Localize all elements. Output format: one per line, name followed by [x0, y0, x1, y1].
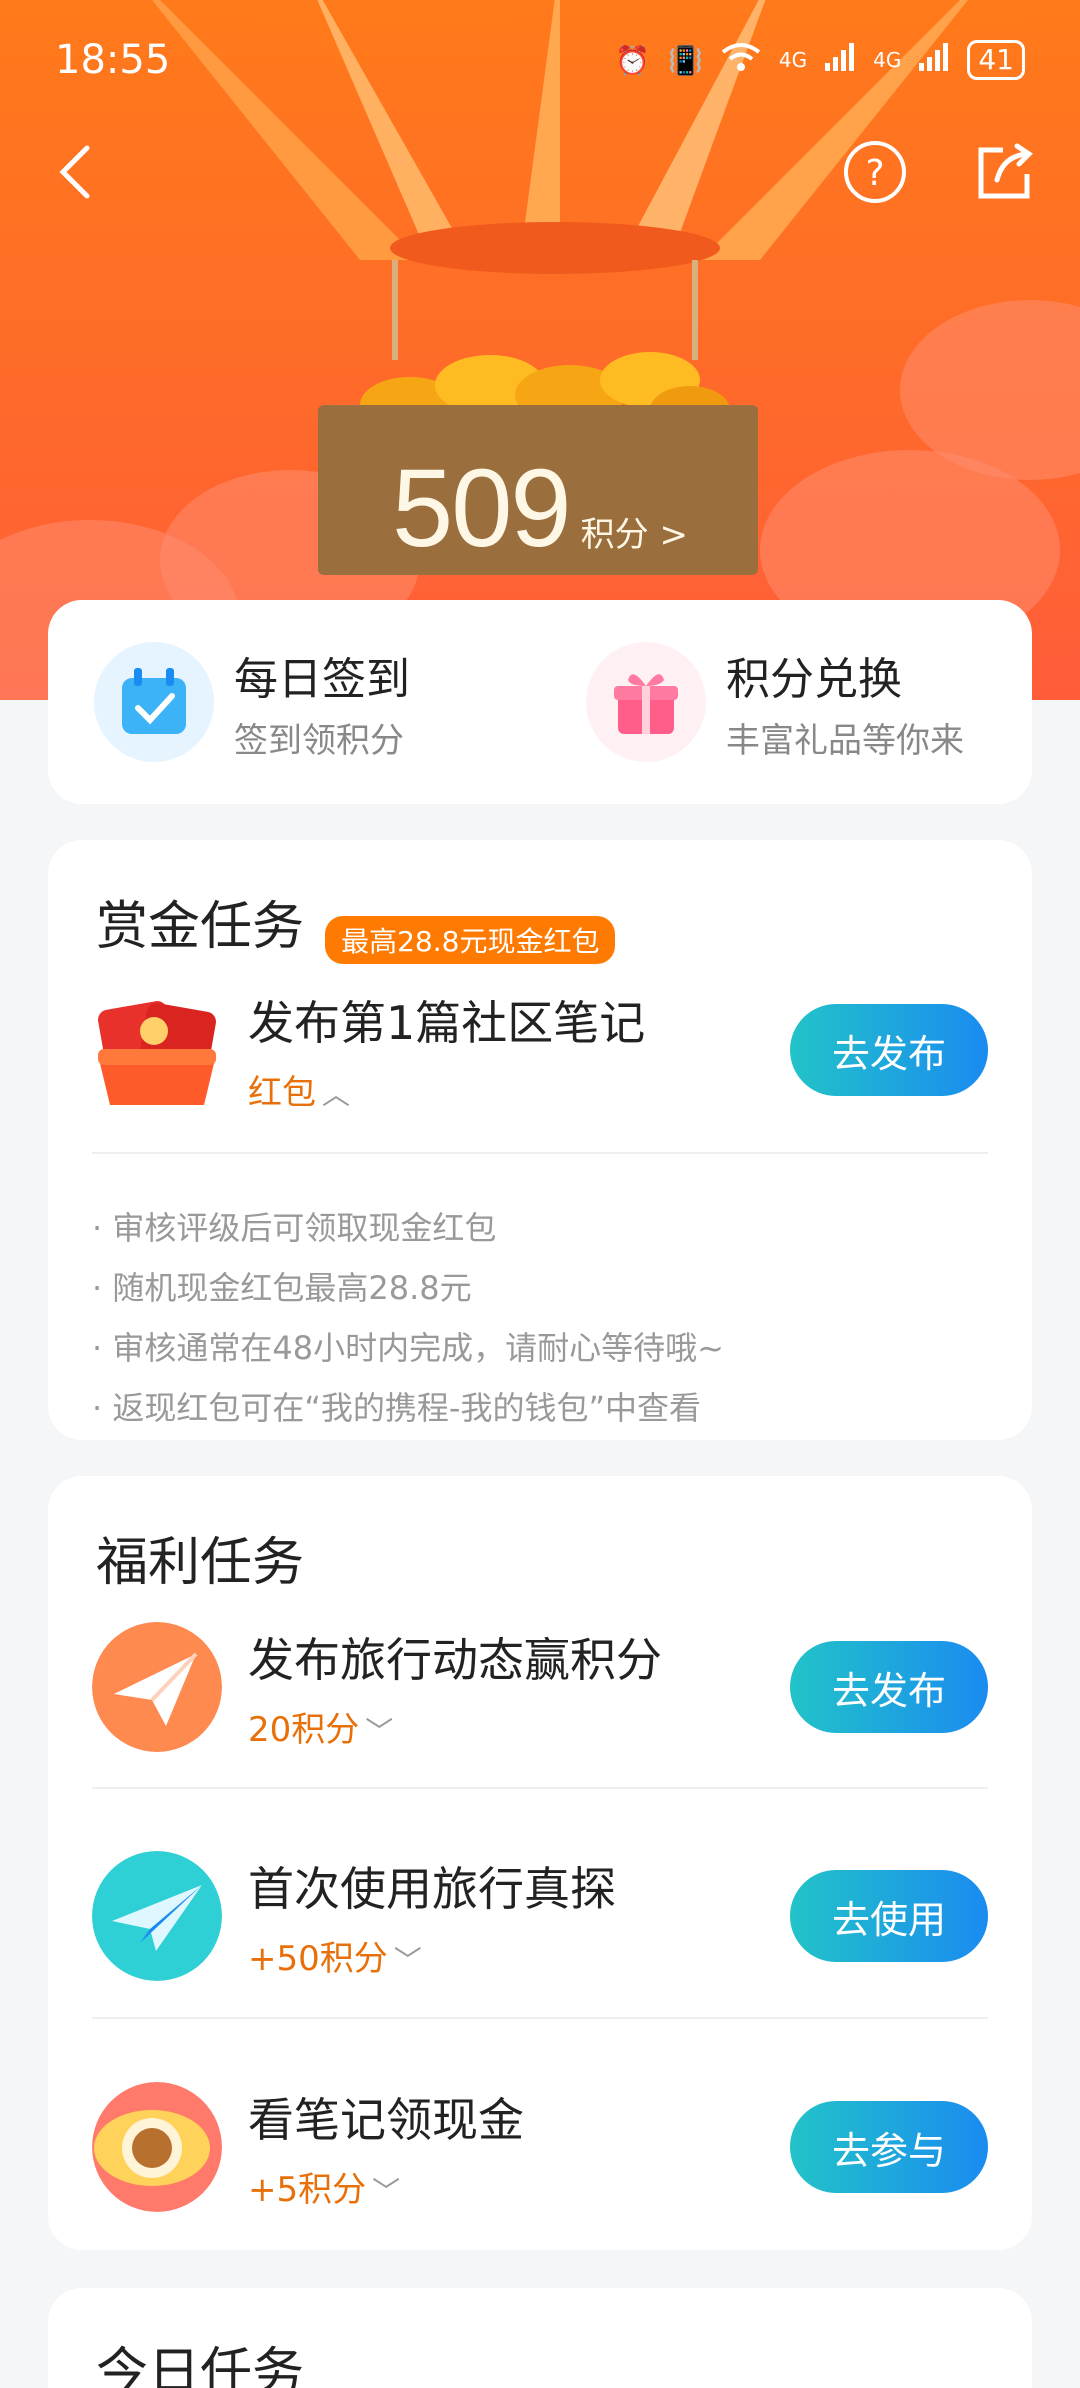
today-task-card: 今日任务: [48, 2288, 1032, 2388]
welfare-task-card: 福利任务 发布旅行动态赢积分 20积分 ﹀ 去发布 首次使用旅行真探 +50积分 ﹀…: [48, 1476, 1032, 2250]
welfare-task-row: 首次使用旅行真探 +50积分 ﹀ 去使用: [92, 1851, 988, 1981]
bounty-tag: 最高28.8元现金红包: [325, 915, 616, 964]
vibrate-icon: 📳: [668, 43, 703, 77]
bounty-header: 赏金任务 最高28.8元现金红包: [96, 884, 616, 964]
signal-icon: [825, 42, 855, 78]
points-exchange-subtitle: 丰富礼品等你来: [726, 720, 964, 761]
top-nav: ?: [40, 132, 1040, 212]
bounty-title: 赏金任务: [96, 897, 305, 957]
bounty-note: · 审核评级后可领取现金红包: [92, 1209, 497, 1247]
bounty-note: · 返现红包可在“我的携程-我的钱包”中查看: [92, 1389, 702, 1427]
bounty-notes: · 审核评级后可领取现金红包 · 随机现金红包最高28.8元 · 审核通常在48…: [92, 1198, 724, 1438]
welfare-title: 福利任务: [96, 1533, 305, 1593]
welfare-join-button[interactable]: 去参与: [790, 2101, 988, 2193]
points-value: 509: [392, 447, 572, 570]
bounty-task-row: 发布第1篇社区笔记 红包 ︿ 去发布: [92, 985, 988, 1115]
red-envelope-icon: [98, 1001, 216, 1105]
divider: [92, 1152, 988, 1154]
back-icon[interactable]: [40, 137, 110, 207]
chevron-down-icon[interactable]: ﹀: [372, 2175, 400, 2208]
signal-4g-label-2: 4G: [873, 48, 902, 72]
blue-paper-plane-icon: [92, 1851, 222, 1981]
welfare-use-button[interactable]: 去使用: [790, 1870, 988, 1962]
points-unit-link[interactable]: 积分 >: [581, 515, 688, 555]
paper-plane-icon: [92, 1622, 222, 1752]
welfare-task-name: 看笔记领现金: [248, 2092, 524, 2147]
welfare-task-row: 看笔记领现金 +5积分 ﹀ 去参与: [92, 2082, 988, 2212]
welfare-publish-button[interactable]: 去发布: [790, 1641, 988, 1733]
welfare-task-points: +50积分: [248, 1938, 388, 1979]
signal-4g-label-1: 4G: [778, 48, 808, 72]
help-icon[interactable]: ?: [840, 137, 910, 207]
points-exchange-entry[interactable]: 积分兑换 丰富礼品等你来: [540, 642, 1032, 762]
bounty-task-name: 发布第1篇社区笔记: [248, 995, 646, 1050]
points-exchange-title: 积分兑换: [726, 653, 902, 705]
daily-checkin-subtitle: 签到领积分: [234, 720, 404, 761]
svg-text:?: ?: [865, 153, 884, 194]
welfare-task-name: 发布旅行动态赢积分: [248, 1632, 662, 1687]
bounty-task-reward: 红包: [248, 1072, 316, 1113]
points-display[interactable]: 509 积分 >: [0, 445, 1080, 572]
status-time: 18:55: [55, 37, 171, 83]
welfare-task-name: 首次使用旅行真探: [248, 1861, 616, 1916]
share-icon[interactable]: [970, 137, 1040, 207]
status-bar: 18:55 ⏰ 📳 4G 4G 41: [55, 30, 1025, 90]
today-title: 今日任务: [96, 2343, 305, 2388]
welfare-task-row: 发布旅行动态赢积分 20积分 ﹀ 去发布: [92, 1622, 988, 1752]
divider: [92, 2017, 988, 2019]
welfare-task-points: 20积分: [248, 1709, 360, 1750]
bounty-task-card: 赏金任务 最高28.8元现金红包 发布第1篇社区笔记 红包 ︿ 去发布 · 审核评…: [48, 840, 1032, 1440]
welfare-task-points: +5积分: [248, 2169, 367, 2210]
bounty-note: · 随机现金红包最高28.8元: [92, 1269, 472, 1307]
daily-checkin-title: 每日签到: [234, 653, 410, 705]
wifi-icon: [721, 42, 761, 79]
chevron-down-icon[interactable]: ﹀: [394, 1944, 422, 1977]
eye-icon: [92, 2082, 222, 2212]
gift-icon: [586, 642, 706, 762]
chevron-up-icon[interactable]: ︿: [322, 1078, 350, 1111]
alarm-icon: ⏰: [615, 43, 651, 77]
divider: [92, 1787, 988, 1789]
daily-checkin-entry[interactable]: 每日签到 签到领积分: [48, 642, 540, 762]
battery-indicator: 41: [967, 40, 1025, 80]
bounty-publish-button[interactable]: 去发布: [790, 1004, 988, 1096]
signal-icon-2: [919, 42, 949, 78]
calendar-icon: [94, 642, 214, 762]
bounty-note: · 审核通常在48小时内完成，请耐心等待哦~: [92, 1329, 724, 1367]
chevron-down-icon[interactable]: ﹀: [365, 1715, 393, 1748]
quick-actions-card: 每日签到 签到领积分 积分兑换 丰富礼品等你来: [48, 600, 1032, 804]
